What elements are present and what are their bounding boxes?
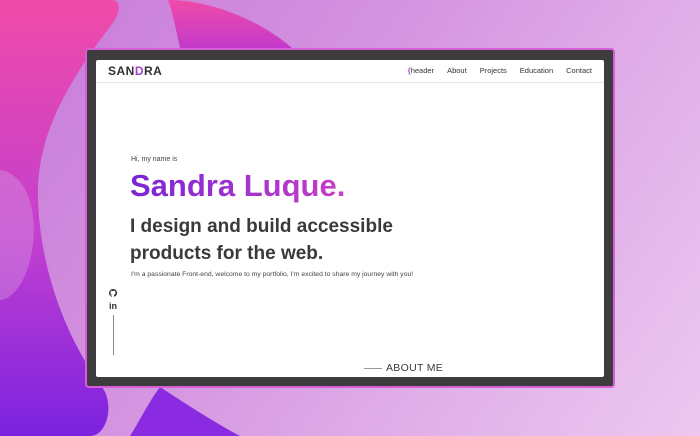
hero-tagline: I design and build accessible products f… [130,216,393,264]
hero-name: Sandra Luque. [130,168,346,203]
nav-link-contact[interactable]: Contact [566,66,592,75]
nav-link-education[interactable]: Education [520,66,553,75]
hero-greeting: Hi, my name is [131,156,178,163]
nav-link-projects[interactable]: Projects [480,66,507,75]
website-preview: SANDRA {header About Projects Education … [96,60,604,377]
nav-links: {header About Projects Education Contact [408,66,592,75]
navbar: SANDRA {header About Projects Education … [96,60,604,83]
logo-text-start: SAN [108,64,135,78]
logo-accent-letter: D [134,64,145,78]
about-me-link[interactable]: ABOUT ME [364,362,443,374]
linkedin-icon[interactable]: in [109,301,117,311]
social-divider-line [112,315,114,355]
hero-intro: I'm a passionate Front-end, welcome to m… [131,271,414,278]
logo-text-end: RA [144,64,163,78]
nav-link-about[interactable]: About [447,66,467,75]
nav-link-header-label: header [410,66,435,75]
nav-link-header[interactable]: {header [408,66,434,75]
about-me-label: ABOUT ME [386,362,444,374]
social-sidebar: in [108,288,118,355]
github-icon[interactable] [108,288,118,299]
site-logo[interactable]: SANDRA [108,64,162,78]
about-divider-line [364,367,382,369]
